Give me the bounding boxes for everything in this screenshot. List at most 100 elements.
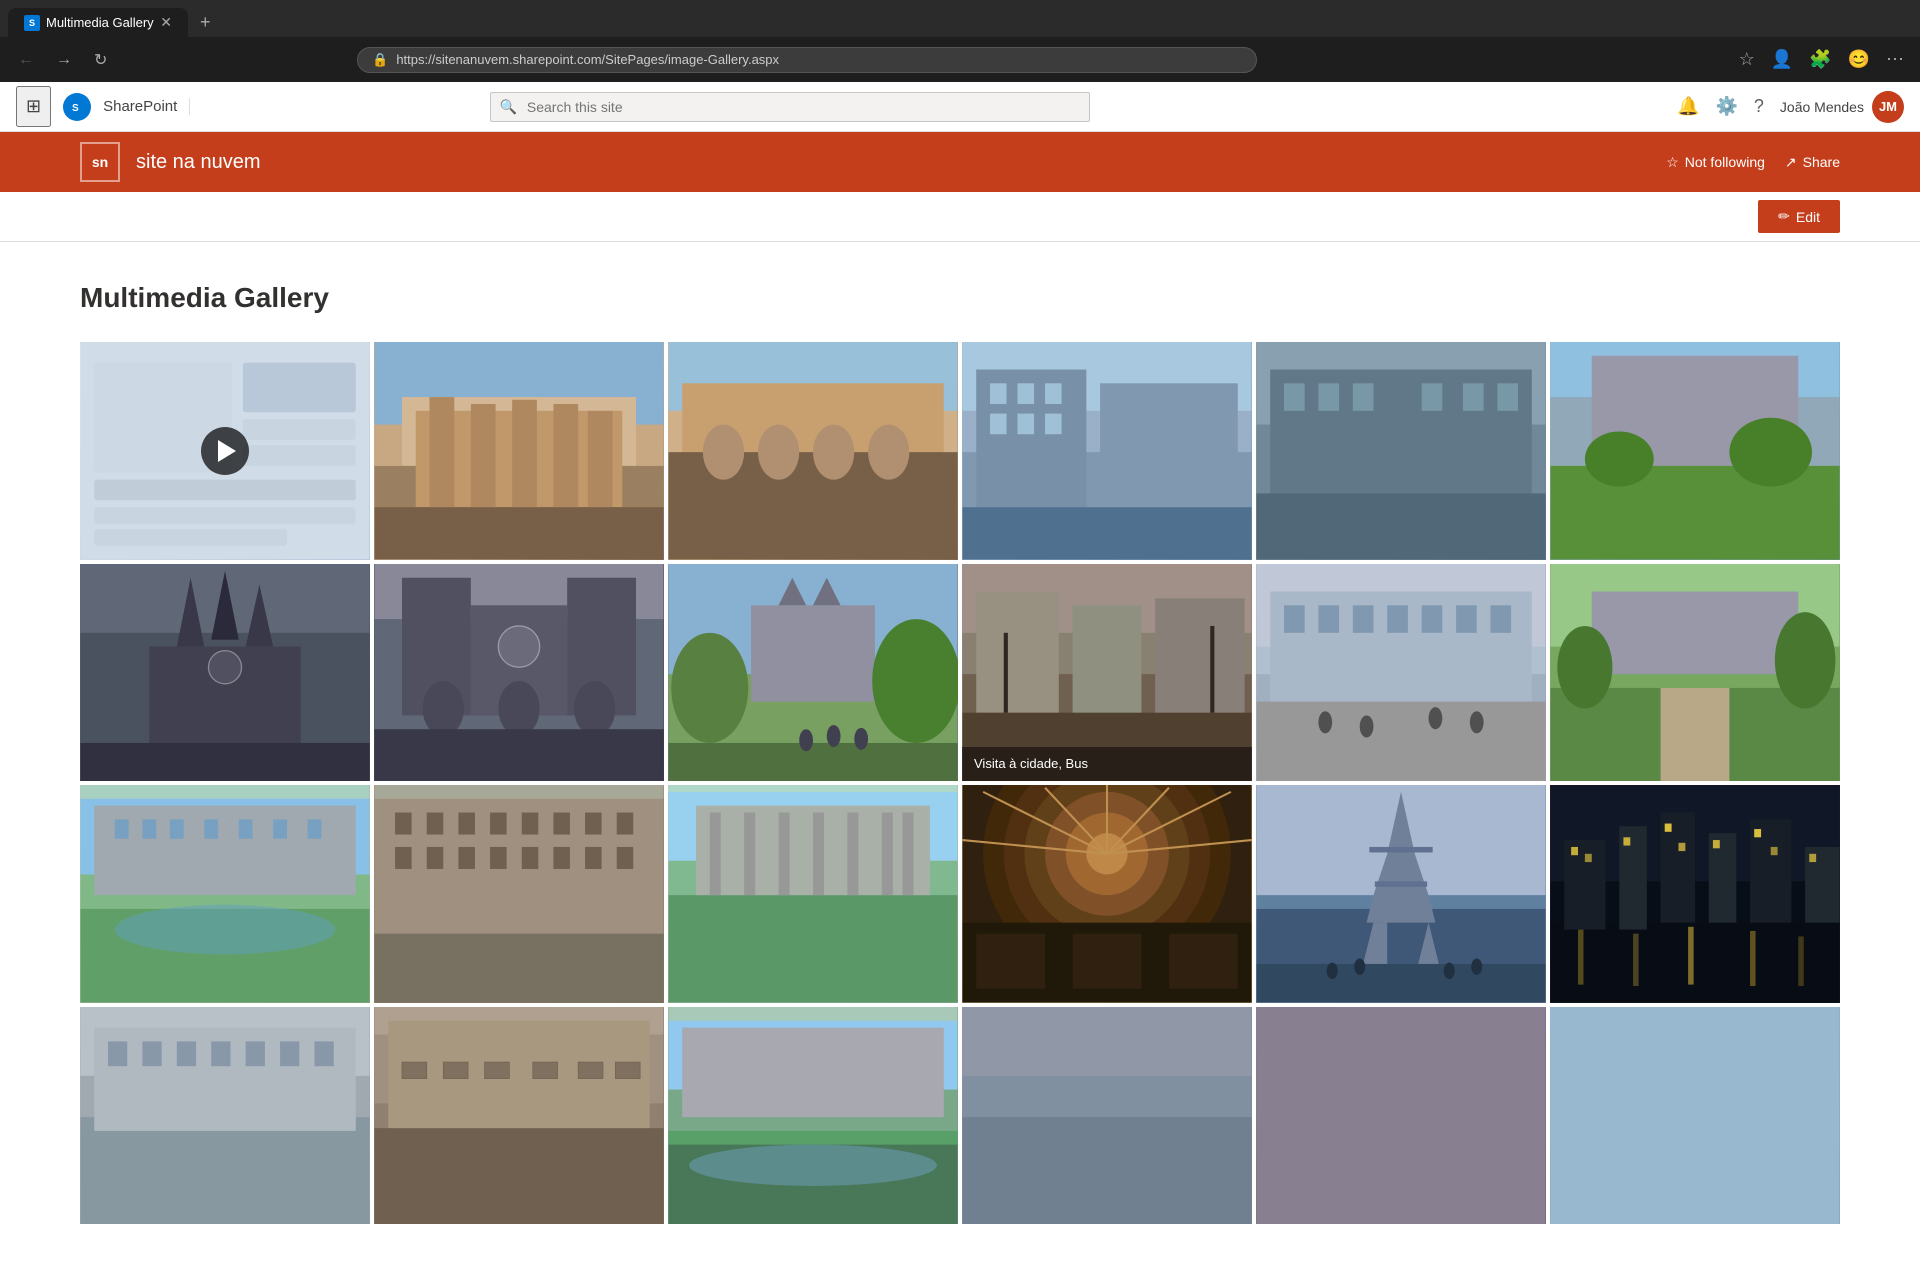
edit-label: Edit xyxy=(1796,209,1820,225)
gallery-grid: Visita à cidade, Bus xyxy=(80,342,1840,1224)
browser-chrome: S Multimedia Gallery ✕ + ← → ↻ 🔒 https:/… xyxy=(0,0,1920,82)
gallery-item[interactable] xyxy=(1550,564,1840,782)
play-circle-icon xyxy=(201,427,249,475)
gallery-image-20 xyxy=(374,1007,664,1225)
gallery-item[interactable] xyxy=(80,342,370,560)
gallery-image-16 xyxy=(962,785,1252,1003)
gallery-item[interactable] xyxy=(1550,1007,1840,1225)
gallery-item[interactable] xyxy=(962,342,1252,560)
browser-toolbar: ← → ↻ 🔒 https://sitenanuvem.sharepoint.c… xyxy=(0,37,1920,82)
profile-button[interactable]: 👤 xyxy=(1767,45,1797,74)
gallery-caption-overlay: Visita à cidade, Bus xyxy=(962,747,1252,781)
share-icon: ↗ xyxy=(1785,154,1797,171)
extension-button[interactable]: 🧩 xyxy=(1805,45,1835,74)
gallery-item[interactable] xyxy=(80,785,370,1003)
gallery-item[interactable] xyxy=(80,1007,370,1225)
waffle-menu-button[interactable]: ⊞ xyxy=(16,86,51,127)
gallery-image-7 xyxy=(80,564,370,782)
tab-favicon: S xyxy=(24,15,40,31)
gallery-image-24 xyxy=(1550,1007,1840,1225)
header-actions: 🔔 ⚙️ ? João Mendes JM xyxy=(1677,91,1904,123)
gallery-image-22 xyxy=(962,1007,1252,1225)
gallery-item[interactable] xyxy=(1550,785,1840,1003)
gallery-item[interactable] xyxy=(374,342,664,560)
site-name: site na nuvem xyxy=(136,151,261,174)
site-banner: sn site na nuvem ☆ Not following ↗ Share xyxy=(0,132,1920,192)
search-input[interactable] xyxy=(490,92,1090,122)
sp-app-header: ⊞ S SharePoint 🔍 🔔 ⚙️ ? João Mendes JM xyxy=(0,82,1920,132)
site-header-left: sn site na nuvem xyxy=(80,142,261,182)
gallery-caption-text: Visita à cidade, Bus xyxy=(974,756,1088,771)
page-content: Multimedia Gallery xyxy=(0,242,1920,1264)
user-name: João Mendes xyxy=(1780,99,1864,115)
search-container[interactable]: 🔍 xyxy=(490,92,1090,122)
gallery-item[interactable] xyxy=(80,564,370,782)
emoji-button[interactable]: 😊 xyxy=(1844,45,1874,74)
tab-close-button[interactable]: ✕ xyxy=(160,14,172,31)
gallery-item[interactable] xyxy=(962,1007,1252,1225)
tab-bar: S Multimedia Gallery ✕ + xyxy=(0,0,1920,37)
bookmark-button[interactable]: ☆ xyxy=(1735,45,1759,74)
gallery-image-5 xyxy=(1256,342,1546,560)
user-initials: JM xyxy=(1879,99,1897,114)
gallery-item[interactable] xyxy=(374,1007,664,1225)
user-menu[interactable]: João Mendes JM xyxy=(1780,91,1904,123)
gallery-image-4 xyxy=(962,342,1252,560)
gallery-item[interactable] xyxy=(962,785,1252,1003)
menu-button[interactable]: ⋯ xyxy=(1882,45,1908,74)
gallery-image-9 xyxy=(668,564,958,782)
refresh-button[interactable]: ↻ xyxy=(88,46,113,74)
back-button[interactable]: ← xyxy=(12,47,40,73)
gallery-image-21 xyxy=(668,1007,958,1225)
site-logo-text: sn xyxy=(92,154,108,170)
lock-icon: 🔒 xyxy=(372,52,388,68)
gallery-item[interactable] xyxy=(668,1007,958,1225)
sharepoint-logo[interactable]: S xyxy=(63,93,91,121)
gallery-image-23 xyxy=(1256,1007,1546,1225)
user-avatar: JM xyxy=(1872,91,1904,123)
edit-button[interactable]: ✏ Edit xyxy=(1758,200,1840,233)
gallery-item[interactable] xyxy=(668,564,958,782)
not-following-button[interactable]: ☆ Not following xyxy=(1666,154,1765,171)
page-title: Multimedia Gallery xyxy=(80,282,1840,314)
page-actions-bar: ✏ Edit xyxy=(0,192,1920,242)
gallery-item[interactable] xyxy=(1256,342,1546,560)
gallery-image-3 xyxy=(668,342,958,560)
sharepoint-logo-icon: S xyxy=(68,98,86,116)
gallery-item[interactable] xyxy=(374,564,664,782)
gallery-item[interactable]: Visita à cidade, Bus xyxy=(962,564,1252,782)
new-tab-button[interactable]: + xyxy=(192,8,219,37)
gallery-image-2 xyxy=(374,342,664,560)
gallery-item[interactable] xyxy=(374,785,664,1003)
gallery-image-6 xyxy=(1550,342,1840,560)
gallery-item[interactable] xyxy=(668,785,958,1003)
tab-title: Multimedia Gallery xyxy=(46,15,154,30)
svg-text:S: S xyxy=(72,103,79,114)
search-icon: 🔍 xyxy=(500,98,517,115)
gallery-image-17 xyxy=(1256,785,1546,1003)
gallery-image-13 xyxy=(80,785,370,1003)
notification-icon[interactable]: 🔔 xyxy=(1677,96,1699,117)
gallery-item[interactable] xyxy=(1256,1007,1546,1225)
help-icon[interactable]: ? xyxy=(1754,96,1764,117)
star-icon: ☆ xyxy=(1666,154,1679,171)
play-button-overlay xyxy=(80,342,370,560)
gallery-item[interactable] xyxy=(1550,342,1840,560)
settings-icon[interactable]: ⚙️ xyxy=(1715,96,1737,117)
not-following-label: Not following xyxy=(1685,154,1765,170)
gallery-image-18 xyxy=(1550,785,1840,1003)
gallery-item[interactable] xyxy=(668,342,958,560)
url-display: https://sitenanuvem.sharepoint.com/SiteP… xyxy=(396,52,779,67)
site-logo[interactable]: sn xyxy=(80,142,120,182)
gallery-item[interactable] xyxy=(1256,785,1546,1003)
gallery-item[interactable] xyxy=(1256,564,1546,782)
address-bar[interactable]: 🔒 https://sitenanuvem.sharepoint.com/Sit… xyxy=(357,47,1257,73)
gallery-image-19 xyxy=(80,1007,370,1225)
gallery-image-14 xyxy=(374,785,664,1003)
share-label: Share xyxy=(1803,154,1840,170)
share-button[interactable]: ↗ Share xyxy=(1785,154,1840,171)
sharepoint-brand: SharePoint xyxy=(103,98,190,115)
active-tab[interactable]: S Multimedia Gallery ✕ xyxy=(8,8,188,37)
gallery-image-8 xyxy=(374,564,664,782)
forward-button[interactable]: → xyxy=(50,47,78,73)
